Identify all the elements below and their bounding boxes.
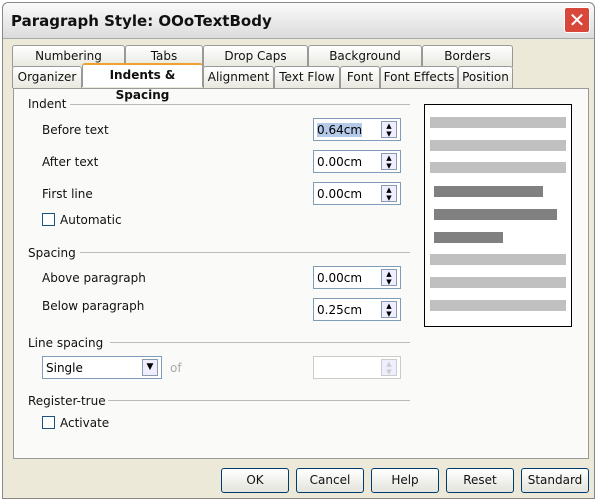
before-text-spinner[interactable]: ▲ ▼ — [381, 121, 397, 138]
automatic-label: Automatic — [60, 213, 122, 227]
indent-heading: Indent — [28, 97, 67, 111]
below-paragraph-field[interactable]: 0.25cm ▲ ▼ — [313, 298, 401, 321]
tab-indents-spacing[interactable]: Indents & Spacing — [82, 63, 203, 102]
tab-position[interactable]: Position — [458, 66, 513, 88]
after-text-spinner[interactable]: ▲ ▼ — [381, 153, 397, 170]
line-spacing-heading: Line spacing — [28, 336, 104, 350]
help-button[interactable]: Help — [371, 468, 439, 493]
standard-button[interactable]: Standard — [521, 468, 589, 493]
after-text-field[interactable]: 0.00cm ▲ ▼ — [313, 150, 401, 173]
tab-text-flow[interactable]: Text Flow — [274, 66, 340, 88]
tab-font[interactable]: Font — [340, 66, 380, 88]
line-spacing-of-field[interactable]: ▲ ▼ — [313, 356, 401, 379]
paragraph-preview — [424, 104, 572, 327]
tab-alignment[interactable]: Alignment — [203, 66, 274, 88]
line-spacing-select[interactable]: Single ▼ — [42, 356, 162, 379]
reset-button[interactable]: Reset — [446, 468, 514, 493]
register-true-heading: Register-true — [28, 394, 106, 408]
chevron-down-icon[interactable]: ▼ — [142, 359, 158, 376]
above-paragraph-label: Above paragraph — [42, 271, 146, 285]
above-paragraph-field[interactable]: 0.00cm ▲ ▼ — [313, 266, 401, 289]
after-text-label: After text — [42, 155, 99, 169]
before-text-field[interactable]: 0.64cm ▲ ▼ — [313, 118, 401, 141]
activate-label: Activate — [60, 416, 110, 430]
activate-checkbox[interactable] — [42, 416, 55, 429]
tab-panel: Indent Before text 0.64cm ▲ ▼ After text 0… — [13, 88, 589, 459]
dialog-window: Paragraph Style: OOoTextBody ✕ Numbering… — [2, 2, 595, 499]
title-bar: Paragraph Style: OOoTextBody ✕ — [3, 3, 594, 39]
tab-font-effects[interactable]: Font Effects — [380, 66, 458, 88]
below-paragraph-spinner[interactable]: ▲ ▼ — [381, 301, 397, 318]
dialog-title: Paragraph Style: OOoTextBody — [11, 12, 272, 30]
close-button[interactable]: ✕ — [564, 7, 590, 33]
cancel-button[interactable]: Cancel — [296, 468, 364, 493]
above-paragraph-spinner[interactable]: ▲ ▼ — [381, 269, 397, 286]
below-paragraph-label: Below paragraph — [42, 299, 145, 313]
of-label: of — [170, 361, 182, 375]
automatic-checkbox[interactable] — [42, 213, 55, 226]
ok-button[interactable]: OK — [221, 468, 289, 493]
tab-borders[interactable]: Borders — [422, 45, 513, 67]
first-line-field[interactable]: 0.00cm ▲ ▼ — [313, 182, 401, 205]
tab-drop-caps[interactable]: Drop Caps — [203, 45, 308, 67]
spacing-heading: Spacing — [28, 246, 76, 260]
tab-organizer[interactable]: Organizer — [12, 66, 82, 88]
first-line-spinner[interactable]: ▲ ▼ — [381, 185, 397, 202]
first-line-label: First line — [42, 187, 93, 201]
before-text-label: Before text — [42, 123, 109, 137]
tab-background[interactable]: Background — [308, 45, 422, 67]
of-spinner[interactable]: ▲ ▼ — [381, 359, 397, 376]
